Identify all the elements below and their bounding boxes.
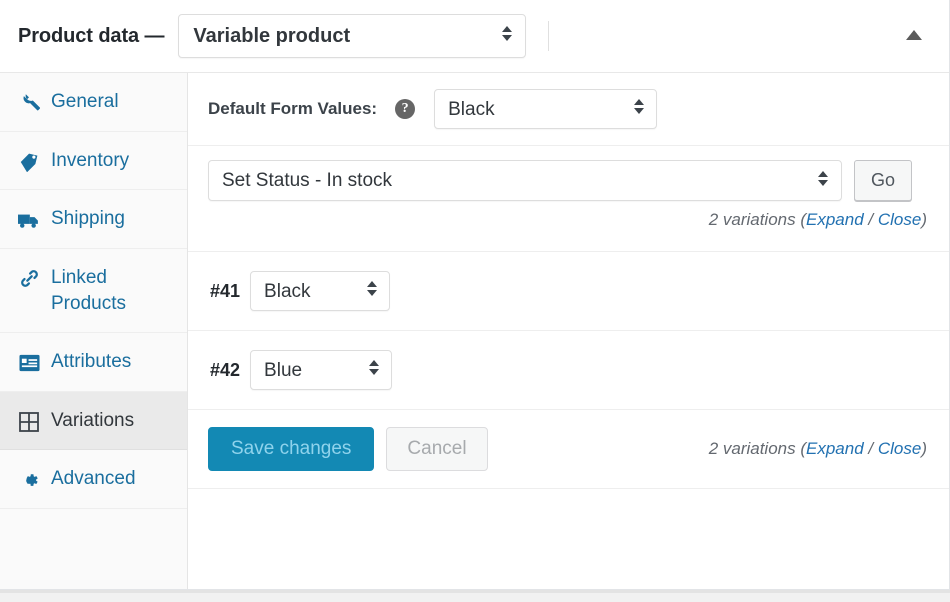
default-form-values-label: Default Form Values: bbox=[208, 99, 377, 119]
variations-count-prefix: 2 variations ( bbox=[709, 210, 806, 229]
panel-bottom-spacer bbox=[188, 489, 949, 528]
sidebar-item-linked-products[interactable]: Linked Products bbox=[0, 249, 187, 333]
variation-row: #42 Blue bbox=[188, 331, 949, 410]
sidebar-item-label: Shipping bbox=[51, 206, 125, 232]
variations-count-bar-top: 2 variations (Expand / Close) bbox=[188, 208, 949, 252]
page-title: Product data — bbox=[18, 25, 164, 48]
sidebar-item-label: Advanced bbox=[51, 466, 136, 492]
product-data-tabs: General Inventory Shipping bbox=[0, 73, 188, 589]
sidebar-item-label: Linked Products bbox=[51, 265, 173, 316]
count-suffix: ) bbox=[921, 210, 927, 229]
default-attribute-select-wrapper: Black bbox=[434, 89, 657, 129]
variation-attribute-select[interactable]: Black bbox=[250, 271, 390, 311]
variation-row: #41 Black bbox=[188, 252, 949, 331]
product-data-panel: Product data — Variable product General bbox=[0, 0, 950, 590]
link-icon bbox=[18, 268, 40, 290]
default-attribute-select[interactable]: Black bbox=[434, 89, 657, 129]
variations-count-text: 2 variations (Expand / Close) bbox=[709, 439, 927, 459]
grid-icon bbox=[18, 411, 40, 433]
variation-attribute-select-wrapper: Black bbox=[250, 271, 390, 311]
sidebar-item-label: Inventory bbox=[51, 148, 129, 174]
product-type-select[interactable]: Variable product bbox=[178, 14, 526, 58]
sidebar-item-general[interactable]: General bbox=[0, 73, 187, 132]
count-separator: / bbox=[864, 439, 878, 458]
variation-id: #42 bbox=[210, 360, 240, 381]
collapse-panel-toggle-icon[interactable] bbox=[906, 30, 922, 40]
sidebar-item-label: Attributes bbox=[51, 349, 131, 375]
sidebar-item-shipping[interactable]: Shipping bbox=[0, 190, 187, 249]
product-type-select-wrapper: Variable product bbox=[178, 14, 526, 58]
truck-icon bbox=[18, 209, 40, 231]
go-button[interactable]: Go bbox=[854, 160, 912, 201]
tag-icon bbox=[18, 151, 40, 173]
variations-count-prefix: 2 variations ( bbox=[709, 439, 806, 458]
variation-attribute-select[interactable]: Blue bbox=[250, 350, 392, 390]
close-link[interactable]: Close bbox=[878, 210, 921, 229]
sidebar-item-variations[interactable]: Variations bbox=[0, 392, 187, 451]
variations-actions-row: Save changes Cancel 2 variations (Expand… bbox=[188, 410, 949, 489]
variation-attribute-select-wrapper: Blue bbox=[250, 350, 392, 390]
header-divider bbox=[548, 21, 549, 51]
sidebar-item-inventory[interactable]: Inventory bbox=[0, 132, 187, 191]
panel-bottom-shadow bbox=[0, 590, 950, 593]
count-suffix: ) bbox=[921, 439, 927, 458]
variation-id: #41 bbox=[210, 281, 240, 302]
sidebar-item-label: Variations bbox=[51, 408, 134, 434]
expand-link[interactable]: Expand bbox=[806, 439, 864, 458]
bulk-action-select-wrapper: Set Status - In stock bbox=[208, 160, 842, 201]
help-circle-icon[interactable]: ? bbox=[395, 99, 415, 119]
attributes-icon bbox=[18, 352, 40, 374]
variations-content: Default Form Values: ? Black Set Status … bbox=[188, 73, 949, 589]
bulk-action-row: Set Status - In stock Go bbox=[188, 146, 949, 208]
sidebar-item-label: General bbox=[51, 89, 119, 115]
cancel-button[interactable]: Cancel bbox=[386, 427, 487, 471]
close-link[interactable]: Close bbox=[878, 439, 921, 458]
variations-count-text: 2 variations (Expand / Close) bbox=[709, 210, 927, 230]
sidebar-item-attributes[interactable]: Attributes bbox=[0, 333, 187, 392]
expand-link[interactable]: Expand bbox=[806, 210, 864, 229]
save-changes-button[interactable]: Save changes bbox=[208, 427, 374, 471]
bulk-action-select[interactable]: Set Status - In stock bbox=[208, 160, 842, 201]
count-separator: / bbox=[864, 210, 878, 229]
sidebar-item-advanced[interactable]: Advanced bbox=[0, 450, 187, 509]
gear-icon bbox=[18, 469, 40, 491]
panel-header: Product data — Variable product bbox=[0, 0, 949, 73]
default-form-values-row: Default Form Values: ? Black bbox=[188, 73, 949, 146]
panel-body: General Inventory Shipping bbox=[0, 73, 949, 589]
wrench-icon bbox=[18, 92, 40, 114]
